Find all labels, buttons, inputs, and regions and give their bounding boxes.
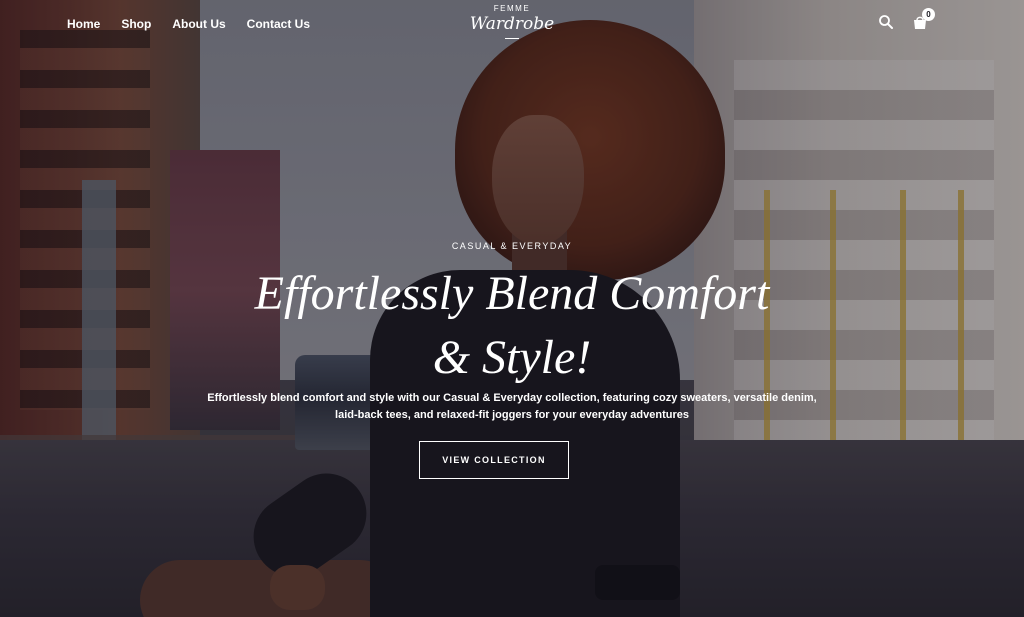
view-collection-button[interactable]: VIEW COLLECTION xyxy=(419,441,569,479)
logo-underline xyxy=(505,38,519,39)
header-icons: 0 xyxy=(878,8,935,30)
logo-top-text: FEMME xyxy=(493,4,531,13)
logo-main-text: Wardrobe xyxy=(469,14,555,34)
cart-button[interactable]: 0 xyxy=(912,8,935,30)
cart-count-badge: 0 xyxy=(922,8,935,21)
site-logo[interactable]: FEMME Wardrobe xyxy=(0,4,1024,39)
hero-headline-line-2: & Style! xyxy=(432,331,592,384)
search-icon[interactable] xyxy=(878,14,894,30)
hero-headline-line-1: Effortlessly Blend Comfort xyxy=(254,267,770,320)
hero-eyebrow: CASUAL & EVERYDAY xyxy=(451,241,573,251)
hero-headline: Effortlessly Blend Comfort & Style! xyxy=(0,262,1024,390)
hero-description: Effortlessly blend comfort and style wit… xyxy=(207,392,817,421)
